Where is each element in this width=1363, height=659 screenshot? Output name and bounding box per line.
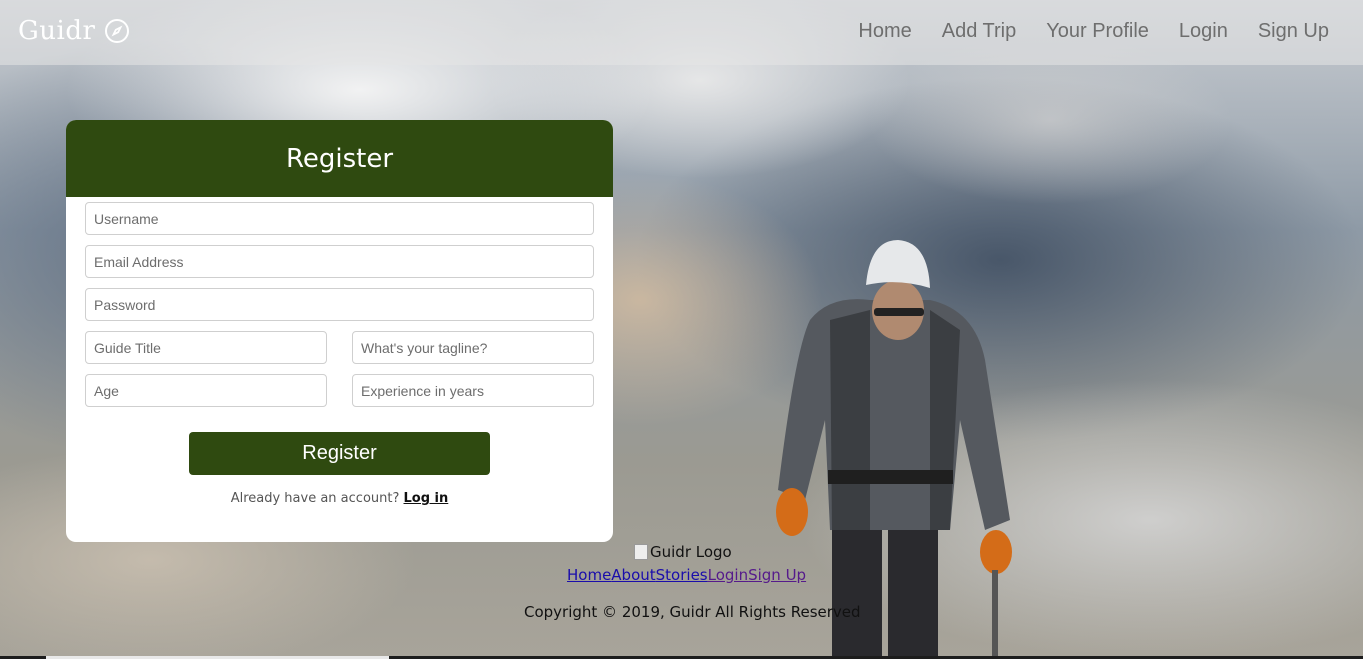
nav-your-profile-link[interactable]: Your Profile	[1046, 20, 1149, 43]
register-card-header: Register	[66, 120, 613, 197]
login-prompt: Already have an account? Log in	[85, 491, 594, 506]
register-button[interactable]: Register	[189, 432, 490, 475]
age-experience-row	[85, 374, 594, 417]
email-input[interactable]	[85, 245, 594, 278]
compass-icon	[105, 19, 130, 43]
register-title: Register	[285, 143, 394, 174]
footer-logo-alt: Guidr Logo	[650, 543, 732, 561]
guide-info-row	[85, 331, 594, 374]
brand-name: Guidr	[18, 16, 96, 46]
username-input[interactable]	[85, 202, 594, 235]
age-input[interactable]	[85, 374, 327, 407]
climber-image	[776, 240, 1012, 659]
main-nav: Home Add Trip Your Profile Login Sign Up	[858, 20, 1329, 43]
register-form: Register Already have an account? Log in	[66, 197, 613, 506]
login-prompt-text: Already have an account?	[230, 491, 400, 506]
footer-home-link[interactable]: Home	[567, 566, 611, 584]
register-card: Register Register Already have an accoun…	[66, 120, 613, 542]
guide-title-input[interactable]	[85, 331, 327, 364]
footer-stories-link[interactable]: Stories	[656, 566, 708, 584]
login-link[interactable]: Log in	[404, 491, 449, 506]
footer-nav: HomeAboutStoriesLoginSign Up	[567, 566, 806, 584]
experience-input[interactable]	[352, 374, 594, 407]
password-input[interactable]	[85, 288, 594, 321]
top-navbar: Guidr Home Add Trip Your Profile Login S…	[0, 0, 1363, 65]
broken-image-icon	[634, 544, 648, 560]
footer-sign-up-link[interactable]: Sign Up	[748, 566, 806, 584]
nav-sign-up-link[interactable]: Sign Up	[1258, 20, 1329, 43]
brand-logo[interactable]: Guidr	[18, 16, 130, 46]
footer-about-link[interactable]: About	[611, 566, 655, 584]
footer-logo: Guidr Logo	[634, 543, 732, 561]
nav-add-trip-link[interactable]: Add Trip	[942, 20, 1016, 43]
footer-login-link[interactable]: Login	[708, 566, 748, 584]
nav-home-link[interactable]: Home	[858, 20, 911, 43]
tagline-input[interactable]	[352, 331, 594, 364]
copyright-text: Copyright © 2019, Guidr All Rights Reser…	[524, 603, 861, 621]
nav-login-link[interactable]: Login	[1179, 20, 1228, 43]
